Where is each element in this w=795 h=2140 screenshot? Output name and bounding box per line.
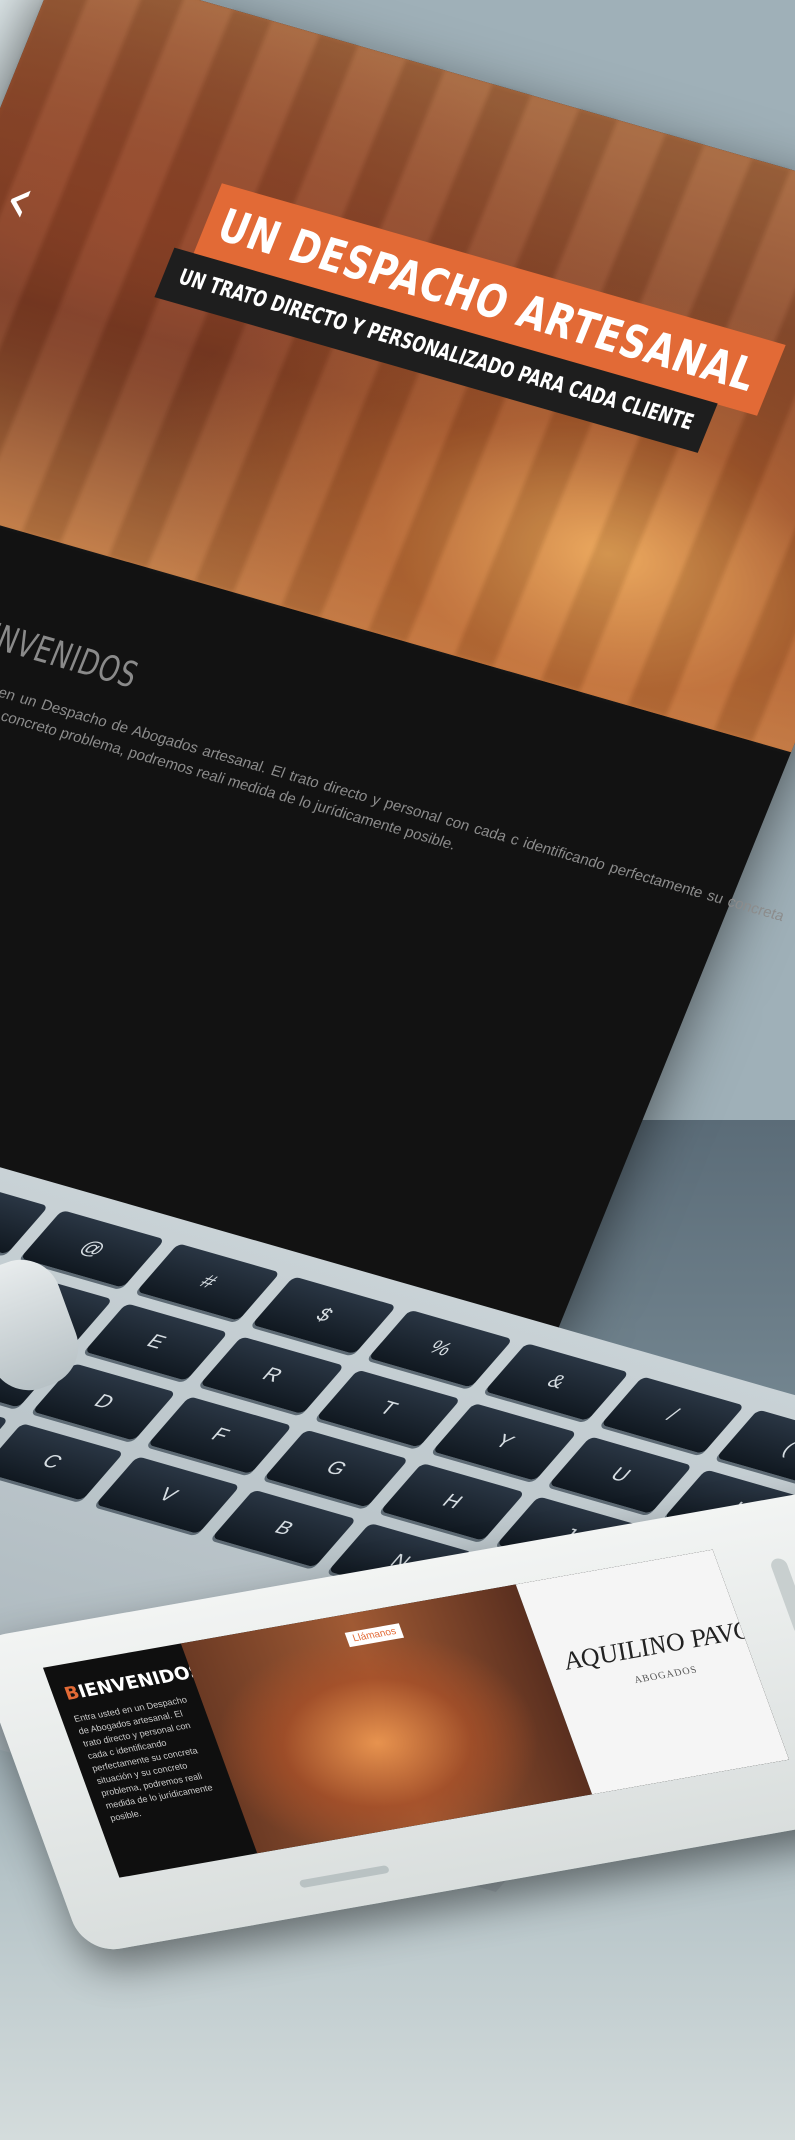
keyboard-key: $ (251, 1276, 397, 1355)
keyboard-key: & (484, 1343, 629, 1421)
welcome-heading-rest: IENVENIDOS (0, 611, 144, 697)
welcome-heading: BIENVENIDOS (0, 598, 147, 698)
keyboard-key: T (315, 1369, 461, 1448)
keyboard-key: E (83, 1303, 229, 1381)
keyboard-key: R (199, 1336, 345, 1415)
keyboard-key: V (95, 1456, 241, 1535)
phone-speaker (768, 1557, 795, 1637)
keyboard-key: H (379, 1462, 525, 1541)
keyboard-key: U (548, 1436, 693, 1514)
keyboard-key: % (368, 1309, 513, 1388)
keyboard-key: Y (431, 1402, 577, 1481)
keyboard-key: G (263, 1429, 409, 1508)
photo-scene: ‹ UN DESPACHO ARTESANAL UN TRATO DIRECTO… (0, 0, 795, 2140)
phone-home-button[interactable] (298, 1864, 391, 1889)
keyboard-key: # (135, 1243, 281, 1321)
keyboard-key: B (211, 1489, 357, 1568)
keyboard-key: F (147, 1396, 293, 1475)
keyboard-key: C (0, 1423, 125, 1501)
keyboard-key: / (600, 1376, 745, 1455)
